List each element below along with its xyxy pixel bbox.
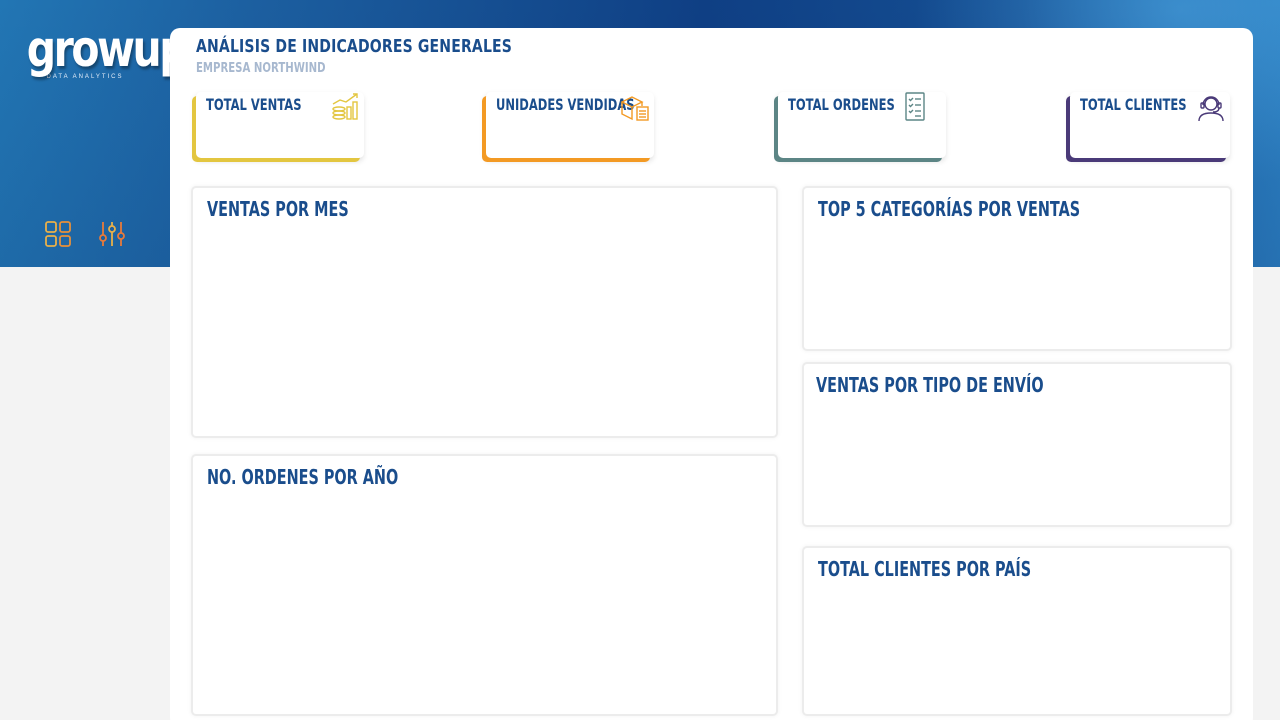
card-title: TOP 5 CATEGORÍAS POR VENTAS: [818, 197, 1081, 221]
card-ordenes-por-anio: NO. ORDENES POR AÑO: [193, 456, 776, 714]
card-top5-categorias: TOP 5 CATEGORÍAS POR VENTAS: [804, 188, 1230, 349]
card-ventas-por-mes: VENTAS POR MES: [193, 188, 776, 436]
filter-sliders-icon[interactable]: [98, 220, 126, 248]
boxes-list-icon: [620, 96, 649, 121]
card-title: VENTAS POR MES: [207, 197, 349, 221]
card-title: TOTAL CLIENTES POR PAÍS: [818, 557, 1032, 581]
customer-support-icon: [1198, 96, 1224, 122]
sidebar: [0, 267, 170, 720]
page-subtitle: EMPRESA NORTHWIND: [196, 61, 326, 76]
kpi-total-clientes[interactable]: TOTAL CLIENTES: [1070, 92, 1230, 158]
card-title: VENTAS POR TIPO DE ENVÍO: [816, 373, 1044, 397]
card-ventas-tipo-envio: VENTAS POR TIPO DE ENVÍO: [804, 364, 1230, 525]
logo-wordmark: growup: [26, 20, 189, 78]
kpi-label: TOTAL ORDENES: [788, 95, 895, 114]
card-title: NO. ORDENES POR AÑO: [207, 465, 399, 489]
kpi-total-ordenes[interactable]: TOTAL ORDENES: [778, 92, 946, 158]
kpi-label: TOTAL VENTAS: [206, 95, 302, 114]
page-title: ANÁLISIS DE INDICADORES GENERALES: [196, 36, 513, 57]
card-clientes-por-pais: TOTAL CLIENTES POR PAÍS: [804, 548, 1230, 714]
growup-logo: growup DATA ANALYTICS: [14, 20, 189, 80]
money-growth-icon: [332, 93, 358, 120]
dashboard-grid-icon[interactable]: [44, 220, 72, 248]
kpi-total-ventas[interactable]: TOTAL VENTAS: [196, 92, 364, 158]
checklist-icon: [905, 92, 925, 121]
kpi-unidades-vendidas[interactable]: UNIDADES VENDIDAS: [486, 92, 654, 158]
kpi-label: TOTAL CLIENTES: [1080, 95, 1187, 114]
main-panel: ANÁLISIS DE INDICADORES GENERALES EMPRES…: [170, 28, 1253, 720]
kpi-label: UNIDADES VENDIDAS: [496, 95, 635, 114]
sidebar-nav: [44, 220, 126, 248]
